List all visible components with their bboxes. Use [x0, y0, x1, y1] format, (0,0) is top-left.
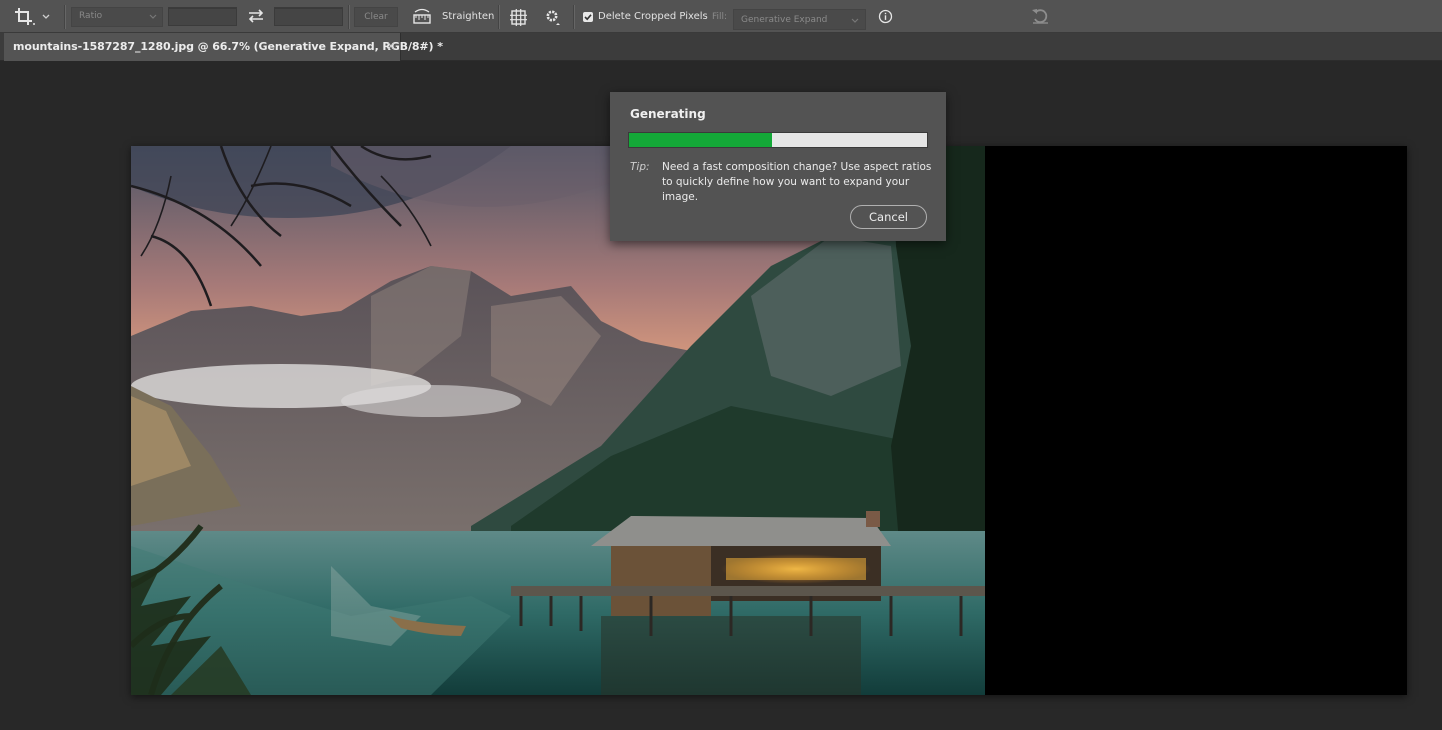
- delete-cropped-pixels-checkbox[interactable]: [583, 12, 593, 22]
- ratio-select-label: Ratio: [79, 11, 103, 21]
- straighten-icon[interactable]: [412, 8, 432, 25]
- fill-select-value: Generative Expand: [741, 15, 828, 25]
- width-ratio-input[interactable]: [168, 7, 237, 26]
- cancel-button[interactable]: Cancel: [850, 205, 927, 229]
- overlay-grid-icon[interactable]: [509, 8, 528, 27]
- gear-icon[interactable]: [544, 8, 562, 26]
- checkmark-icon: [584, 14, 592, 21]
- swap-icon[interactable]: [246, 7, 266, 25]
- progress-bar-fill: [629, 133, 773, 147]
- generating-dialog: Generating Tip: Need a fast composition …: [610, 92, 946, 241]
- height-ratio-input[interactable]: [274, 7, 343, 26]
- close-icon[interactable]: [386, 41, 396, 51]
- document-tab[interactable]: mountains-1587287_1280.jpg @ 66.7% (Gene…: [4, 33, 443, 61]
- progress-bar: [628, 132, 928, 148]
- chevron-down-icon: [149, 14, 157, 19]
- straighten-label[interactable]: Straighten: [442, 11, 494, 22]
- chevron-down-icon: [42, 14, 50, 19]
- options-bar: Ratio Clear Straighten Delete Cropped Pi…: [0, 0, 1442, 33]
- toolbar-divider: [573, 5, 575, 29]
- tip-text: Need a fast composition change? Use aspe…: [662, 161, 932, 203]
- toolbar-divider: [348, 5, 350, 29]
- toolbar-divider: [64, 5, 66, 29]
- ratio-select[interactable]: Ratio: [71, 7, 163, 27]
- chevron-down-icon: [851, 18, 859, 23]
- info-icon[interactable]: [878, 9, 893, 24]
- fill-select[interactable]: Generative Expand: [733, 9, 866, 30]
- clear-button[interactable]: Clear: [354, 7, 398, 27]
- delete-cropped-pixels-label[interactable]: Delete Cropped Pixels: [598, 11, 708, 22]
- document-tab-title: mountains-1587287_1280.jpg @ 66.7% (Gene…: [13, 40, 443, 53]
- document-tab-bar: mountains-1587287_1280.jpg @ 66.7% (Gene…: [0, 33, 1442, 61]
- toolbar-divider: [498, 5, 500, 29]
- tip-label: Tip:: [630, 161, 650, 173]
- crop-tool-preset-picker[interactable]: [14, 6, 58, 28]
- crop-icon: [15, 8, 35, 25]
- reset-icon[interactable]: [1031, 7, 1050, 25]
- dialog-title: Generating: [630, 107, 706, 121]
- fill-label: Fill:: [712, 12, 728, 22]
